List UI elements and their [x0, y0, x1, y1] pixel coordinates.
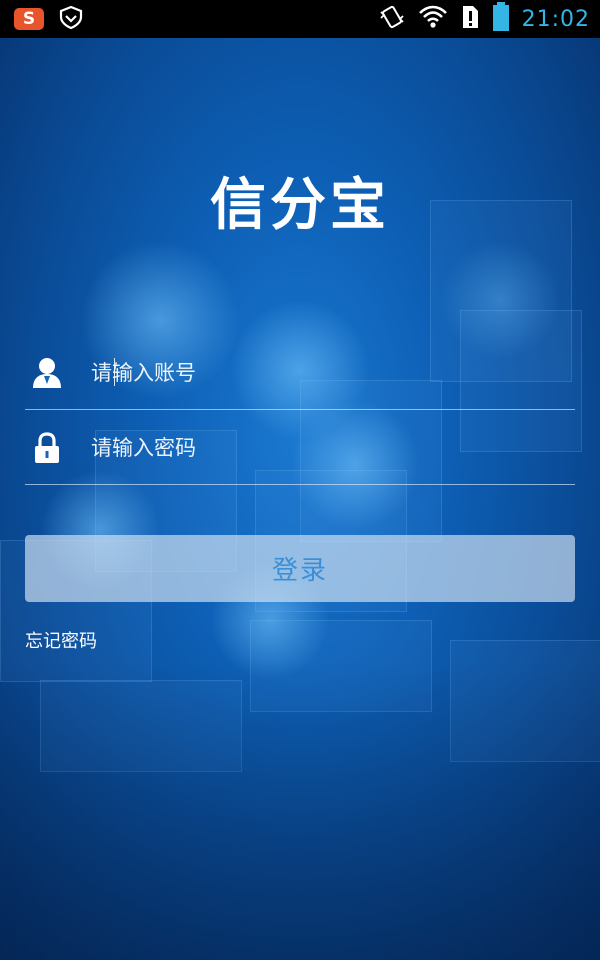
clock-time: 21:02 — [521, 6, 590, 32]
login-screen: S 21:02 信分宝 请输入账号 登录 忘记密码 — [0, 0, 600, 960]
login-button[interactable]: 登录 — [25, 535, 575, 602]
account-input[interactable] — [89, 351, 575, 394]
forgot-password-link[interactable]: 忘记密码 — [25, 627, 97, 653]
wifi-icon — [418, 5, 448, 33]
app-title: 信分宝 — [210, 173, 390, 238]
vibrate-icon — [378, 4, 406, 34]
sogou-input-icon: S — [14, 8, 44, 30]
sim-alert-icon — [460, 4, 480, 34]
status-bar: S 21:02 — [0, 0, 600, 38]
password-input[interactable] — [89, 426, 575, 469]
battery-icon — [492, 2, 510, 36]
text-cursor — [114, 358, 115, 386]
account-row[interactable] — [25, 336, 575, 410]
user-icon — [27, 353, 67, 393]
password-row[interactable] — [25, 411, 575, 485]
shield-icon — [58, 5, 84, 33]
lock-icon — [27, 428, 67, 468]
